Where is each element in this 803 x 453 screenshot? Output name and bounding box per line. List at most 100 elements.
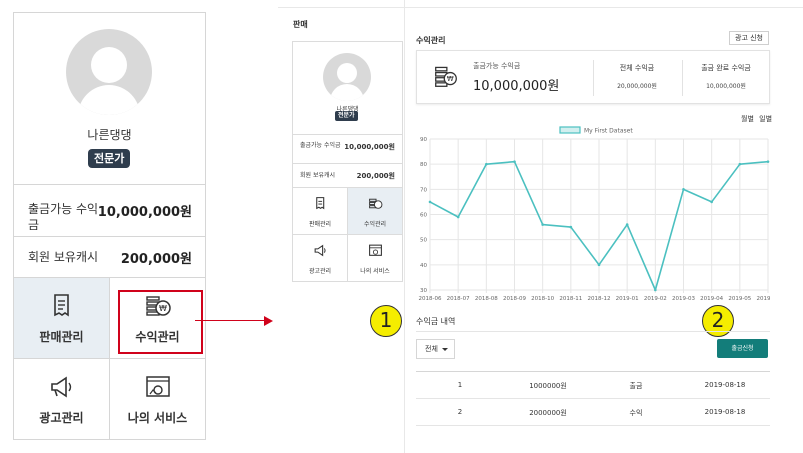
username: 나른댕댕 (87, 128, 132, 142)
total-label: 전체 수익금 (619, 64, 655, 72)
coin-stack-icon: ₩ (435, 66, 457, 87)
menu-sales[interactable]: 판매관리 (14, 278, 110, 359)
menu-label: 나의 서비스 (127, 411, 188, 425)
menu-label: 판매관리 (308, 221, 332, 228)
history-filter-select[interactable]: 전체 (416, 339, 455, 359)
cash-row: 회원 보유캐시 200,000원 (14, 236, 205, 277)
tab-daily[interactable]: 일별 (759, 115, 772, 123)
withdrawable-label: 출금가능 수익금 (300, 142, 341, 149)
marker-1: 1 (370, 305, 402, 337)
x-tick-label: 2018-12 (588, 296, 611, 302)
cash-label: 회원 보유캐시 (28, 250, 99, 264)
y-tick-label: 60 (420, 213, 427, 219)
avatar (66, 29, 152, 115)
x-tick-label: 2019-03 (672, 296, 695, 302)
data-point (654, 288, 657, 292)
marker-2: 2 (702, 305, 734, 337)
data-point (569, 225, 573, 229)
table-cell: 2 (457, 408, 463, 416)
coin-stack-icon (369, 198, 383, 209)
menu-my-service[interactable]: 나의 서비스 (110, 359, 206, 440)
x-tick-label: 2019-01 (616, 296, 639, 302)
svg-text:₩: ₩ (447, 75, 454, 83)
pointer-arrow-line (195, 320, 269, 321)
data-point (428, 200, 432, 204)
data-point (710, 200, 713, 204)
menu-sales[interactable]: 판매관리 (293, 188, 348, 235)
x-tick-label: 2018-06 (419, 296, 442, 302)
data-point (541, 223, 544, 226)
withdrawable-value: 10,000,000원 (344, 143, 395, 151)
menu-label: 판매관리 (39, 330, 84, 344)
divider (278, 7, 803, 8)
y-tick-label: 70 (420, 187, 427, 193)
data-point (625, 223, 629, 226)
cash-value: 200,000원 (120, 252, 192, 267)
service-window-icon (369, 244, 382, 256)
tab-monthly[interactable]: 월별 (741, 115, 754, 123)
ad-request-button[interactable]: 광고 신청 (729, 31, 769, 45)
megaphone-icon (51, 376, 72, 398)
x-tick-label: 2019-04 (700, 296, 723, 302)
withdraw-request-button[interactable]: 출금신청 (717, 339, 768, 358)
profile-panel: 나른댕댕 전문가 출금가능 수익금 10,000,000원 회원 보유캐시 20… (292, 41, 403, 282)
revenue-summary-card: ₩ 출금가능 수익금 10,000,000원 전체 수익금 20,000,000… (416, 50, 770, 104)
legend-swatch (559, 126, 581, 134)
cash-row: 회원 보유캐시 200,000원 (293, 163, 402, 187)
menu-ads[interactable]: 광고관리 (14, 359, 110, 440)
x-tick-label: 2018-08 (475, 296, 498, 302)
table-cell: 2019-08-18 (704, 381, 746, 389)
section-title: 수익관리 (416, 36, 446, 45)
period-tabs: 월별 일별 (738, 114, 772, 124)
data-point (597, 263, 601, 267)
x-tick-label: 2019-02 (644, 296, 667, 302)
pointer-arrow-head (264, 316, 273, 326)
menu-my-service[interactable]: 나의 서비스 (348, 235, 403, 282)
status-badge: 전문가 (335, 111, 358, 121)
history-title: 수익금 내역 (416, 317, 456, 326)
service-window-icon (146, 376, 170, 397)
withdrawable-row: 출금가능 수익금 10,000,000원 (14, 184, 205, 236)
menu-label: 광고관리 (39, 411, 84, 425)
withdrawable-value: 10,000,000원 (97, 205, 192, 220)
cash-value: 200,000원 (356, 172, 395, 180)
megaphone-icon (314, 244, 326, 257)
zoomed-profile-panel: 나른댕댕 전문가 출금가능 수익금 10,000,000원 회원 보유캐시 20… (13, 12, 206, 440)
withdrawable-label: 출금가능 수익금 (28, 202, 99, 232)
cash-label: 회원 보유캐시 (300, 172, 336, 179)
y-tick-label: 40 (420, 263, 427, 269)
x-tick-label: 2018-10 (531, 296, 554, 302)
menu-grid: 판매관리 수익관리 광고관리 나의 서비스 (293, 187, 403, 282)
menu-label: 나의 서비스 (360, 268, 390, 275)
revenue-line-chart: 30 40 50 60 70 80 90 2018-06 2018-07 2018-08 2018-… (419, 126, 770, 302)
avatar (323, 53, 371, 101)
data-point (766, 160, 770, 163)
data-point (513, 160, 516, 163)
legend-label: My First Dataset (584, 128, 633, 135)
highlight-box (118, 290, 203, 354)
table-cell: 2000000원 (529, 409, 567, 417)
table-cell: 1000000원 (529, 382, 567, 390)
chevron-down-icon (442, 348, 448, 351)
menu-revenue[interactable]: 수익관리 (348, 188, 403, 235)
divider (416, 331, 770, 332)
table-row: 2 2000000원 수익 2019-08-18 (416, 399, 770, 426)
withdrawn-value: 10,000,000원 (706, 83, 746, 90)
table-cell: 2019-08-18 (704, 408, 746, 416)
total-revenue: 전체 수익금 20,000,000원 (592, 63, 682, 90)
y-tick-label: 50 (420, 238, 427, 244)
x-tick-label: 2019-06 (757, 296, 770, 302)
table-cell: 수익 (629, 409, 643, 417)
table-cell: 1 (457, 381, 463, 389)
y-tick-label: 80 (420, 162, 427, 168)
x-tick-label: 2018-07 (447, 296, 470, 302)
menu-ads[interactable]: 광고관리 (293, 235, 348, 282)
withdrawable-label: 출금가능 수익금 (473, 62, 521, 70)
y-tick-label: 90 (420, 137, 427, 143)
data-point (682, 188, 685, 191)
data-point (738, 162, 742, 166)
divider (404, 0, 405, 453)
withdrawable-value: 10,000,000원 (473, 79, 560, 94)
x-tick-label: 2018-09 (503, 296, 526, 302)
table-cell: 출금 (629, 382, 643, 390)
